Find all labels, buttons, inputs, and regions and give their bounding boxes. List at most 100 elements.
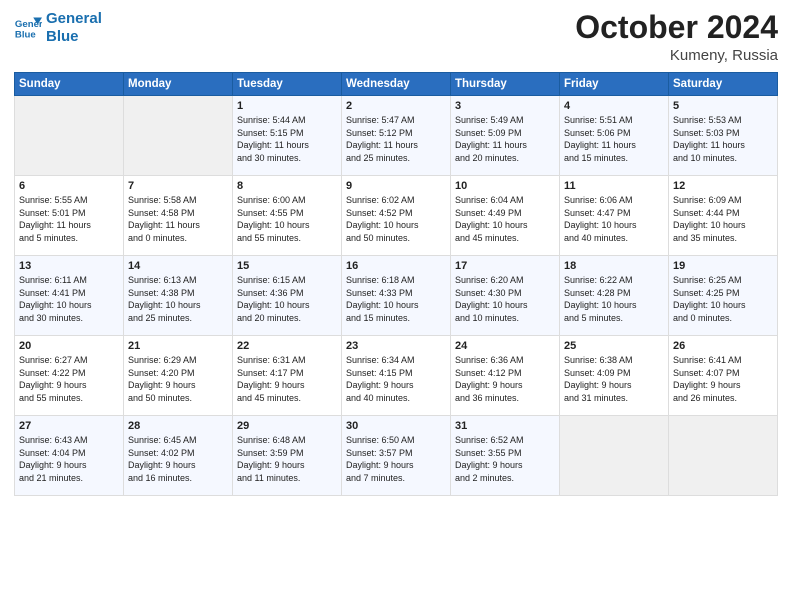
day-cell: 8 Sunrise: 6:00 AM Sunset: 4:55 PM Daylig…	[233, 176, 342, 256]
day-cell: 12Sunrise: 6:09 AM Sunset: 4:44 PM Dayli…	[669, 176, 778, 256]
day-number: 6	[19, 180, 119, 192]
day-cell: 21 Sunrise: 6:29 AM Sunset: 4:20 PM Dayli…	[124, 336, 233, 416]
day-cell: 17Sunrise: 6:20 AM Sunset: 4:30 PM Dayli…	[451, 256, 560, 336]
day-cell: 2 Sunrise: 5:47 AM Sunset: 5:12 PM Daylig…	[342, 96, 451, 176]
day-number: 2	[346, 100, 446, 112]
day-number: 8	[237, 180, 337, 192]
day-info: Sunrise: 6:29 AM Sunset: 4:20 PM Dayligh…	[128, 354, 228, 404]
day-cell	[15, 96, 124, 176]
day-info: Sunrise: 6:04 AM Sunset: 4:49 PM Dayligh…	[455, 194, 555, 244]
day-cell: 11Sunrise: 6:06 AM Sunset: 4:47 PM Dayli…	[560, 176, 669, 256]
day-info: Sunrise: 6:00 AM Sunset: 4:55 PM Dayligh…	[237, 194, 337, 244]
day-cell: 25Sunrise: 6:38 AM Sunset: 4:09 PM Dayli…	[560, 336, 669, 416]
day-info: Sunrise: 6:11 AM Sunset: 4:41 PM Dayligh…	[19, 274, 119, 324]
day-info: Sunrise: 5:58 AM Sunset: 4:58 PM Dayligh…	[128, 194, 228, 244]
day-number: 16	[346, 260, 446, 272]
day-number: 13	[19, 260, 119, 272]
day-cell: 23Sunrise: 6:34 AM Sunset: 4:15 PM Dayli…	[342, 336, 451, 416]
week-row-1: 1 Sunrise: 5:44 AM Sunset: 5:15 PM Daylig…	[15, 96, 778, 176]
day-info: Sunrise: 6:41 AM Sunset: 4:07 PM Dayligh…	[673, 354, 773, 404]
day-cell: 24Sunrise: 6:36 AM Sunset: 4:12 PM Dayli…	[451, 336, 560, 416]
week-row-3: 13 Sunrise: 6:11 AM Sunset: 4:41 PM Dayli…	[15, 256, 778, 336]
logo-icon: General Blue	[14, 14, 42, 42]
week-row-2: 6 Sunrise: 5:55 AM Sunset: 5:01 PM Daylig…	[15, 176, 778, 256]
svg-text:Blue: Blue	[15, 30, 36, 41]
day-cell	[560, 416, 669, 496]
day-number: 18	[564, 260, 664, 272]
day-info: Sunrise: 6:52 AM Sunset: 3:55 PM Dayligh…	[455, 434, 555, 484]
title-block: October 2024 Kumeny, Russia	[575, 10, 778, 64]
day-number: 15	[237, 260, 337, 272]
day-cell: 20Sunrise: 6:27 AM Sunset: 4:22 PM Dayli…	[15, 336, 124, 416]
day-cell: 15Sunrise: 6:15 AM Sunset: 4:36 PM Dayli…	[233, 256, 342, 336]
day-number: 9	[346, 180, 446, 192]
day-number: 22	[237, 340, 337, 352]
calendar-header: SundayMondayTuesdayWednesdayThursdayFrid…	[15, 73, 778, 96]
calendar-body: 1 Sunrise: 5:44 AM Sunset: 5:15 PM Daylig…	[15, 96, 778, 496]
logo-line2: Blue	[46, 28, 79, 45]
day-of-week-wednesday: Wednesday	[342, 73, 451, 96]
day-number: 3	[455, 100, 555, 112]
day-number: 24	[455, 340, 555, 352]
day-info: Sunrise: 6:45 AM Sunset: 4:02 PM Dayligh…	[128, 434, 228, 484]
day-cell: 22 Sunrise: 6:31 AM Sunset: 4:17 PM Dayli…	[233, 336, 342, 416]
day-cell: 27 Sunrise: 6:43 AM Sunset: 4:04 PM Dayli…	[15, 416, 124, 496]
day-cell: 13 Sunrise: 6:11 AM Sunset: 4:41 PM Dayli…	[15, 256, 124, 336]
day-number: 25	[564, 340, 664, 352]
day-info: Sunrise: 6:22 AM Sunset: 4:28 PM Dayligh…	[564, 274, 664, 324]
day-cell: 14 Sunrise: 6:13 AM Sunset: 4:38 PM Dayli…	[124, 256, 233, 336]
logo-line1: General	[46, 10, 102, 27]
day-number: 19	[673, 260, 773, 272]
day-number: 14	[128, 260, 228, 272]
day-number: 27	[19, 420, 119, 432]
day-cell: 19 Sunrise: 6:25 AM Sunset: 4:25 PM Dayli…	[669, 256, 778, 336]
day-cell: 30 Sunrise: 6:50 AM Sunset: 3:57 PM Dayli…	[342, 416, 451, 496]
day-number: 4	[564, 100, 664, 112]
day-cell: 18 Sunrise: 6:22 AM Sunset: 4:28 PM Dayli…	[560, 256, 669, 336]
day-cell: 1 Sunrise: 5:44 AM Sunset: 5:15 PM Daylig…	[233, 96, 342, 176]
day-number: 11	[564, 180, 664, 192]
day-number: 10	[455, 180, 555, 192]
day-cell: 26 Sunrise: 6:41 AM Sunset: 4:07 PM Dayli…	[669, 336, 778, 416]
day-of-week-sunday: Sunday	[15, 73, 124, 96]
day-number: 20	[19, 340, 119, 352]
day-number: 21	[128, 340, 228, 352]
day-info: Sunrise: 5:51 AM Sunset: 5:06 PM Dayligh…	[564, 114, 664, 164]
day-info: Sunrise: 5:55 AM Sunset: 5:01 PM Dayligh…	[19, 194, 119, 244]
day-number: 23	[346, 340, 446, 352]
week-row-4: 20Sunrise: 6:27 AM Sunset: 4:22 PM Dayli…	[15, 336, 778, 416]
day-of-week-friday: Friday	[560, 73, 669, 96]
day-number: 5	[673, 100, 773, 112]
day-info: Sunrise: 6:02 AM Sunset: 4:52 PM Dayligh…	[346, 194, 446, 244]
day-cell: 7Sunrise: 5:58 AM Sunset: 4:58 PM Daylig…	[124, 176, 233, 256]
day-info: Sunrise: 6:25 AM Sunset: 4:25 PM Dayligh…	[673, 274, 773, 324]
day-info: Sunrise: 6:13 AM Sunset: 4:38 PM Dayligh…	[128, 274, 228, 324]
day-cell: 4 Sunrise: 5:51 AM Sunset: 5:06 PM Daylig…	[560, 96, 669, 176]
day-number: 31	[455, 420, 555, 432]
day-of-week-saturday: Saturday	[669, 73, 778, 96]
logo-text: General Blue	[46, 10, 102, 46]
day-info: Sunrise: 6:09 AM Sunset: 4:44 PM Dayligh…	[673, 194, 773, 244]
day-number: 29	[237, 420, 337, 432]
calendar-table: SundayMondayTuesdayWednesdayThursdayFrid…	[14, 72, 778, 496]
day-info: Sunrise: 6:18 AM Sunset: 4:33 PM Dayligh…	[346, 274, 446, 324]
day-cell: 6 Sunrise: 5:55 AM Sunset: 5:01 PM Daylig…	[15, 176, 124, 256]
logo: General Blue General Blue	[14, 10, 102, 46]
day-info: Sunrise: 6:43 AM Sunset: 4:04 PM Dayligh…	[19, 434, 119, 484]
day-of-week-tuesday: Tuesday	[233, 73, 342, 96]
day-cell: 28Sunrise: 6:45 AM Sunset: 4:02 PM Dayli…	[124, 416, 233, 496]
day-info: Sunrise: 5:47 AM Sunset: 5:12 PM Dayligh…	[346, 114, 446, 164]
day-info: Sunrise: 6:50 AM Sunset: 3:57 PM Dayligh…	[346, 434, 446, 484]
day-of-week-monday: Monday	[124, 73, 233, 96]
day-number: 1	[237, 100, 337, 112]
week-row-5: 27 Sunrise: 6:43 AM Sunset: 4:04 PM Dayli…	[15, 416, 778, 496]
day-number: 17	[455, 260, 555, 272]
day-cell: 31 Sunrise: 6:52 AM Sunset: 3:55 PM Dayli…	[451, 416, 560, 496]
day-info: Sunrise: 6:48 AM Sunset: 3:59 PM Dayligh…	[237, 434, 337, 484]
day-number: 30	[346, 420, 446, 432]
day-info: Sunrise: 5:44 AM Sunset: 5:15 PM Dayligh…	[237, 114, 337, 164]
day-of-week-thursday: Thursday	[451, 73, 560, 96]
day-info: Sunrise: 6:31 AM Sunset: 4:17 PM Dayligh…	[237, 354, 337, 404]
location: Kumeny, Russia	[575, 47, 778, 64]
day-number: 26	[673, 340, 773, 352]
